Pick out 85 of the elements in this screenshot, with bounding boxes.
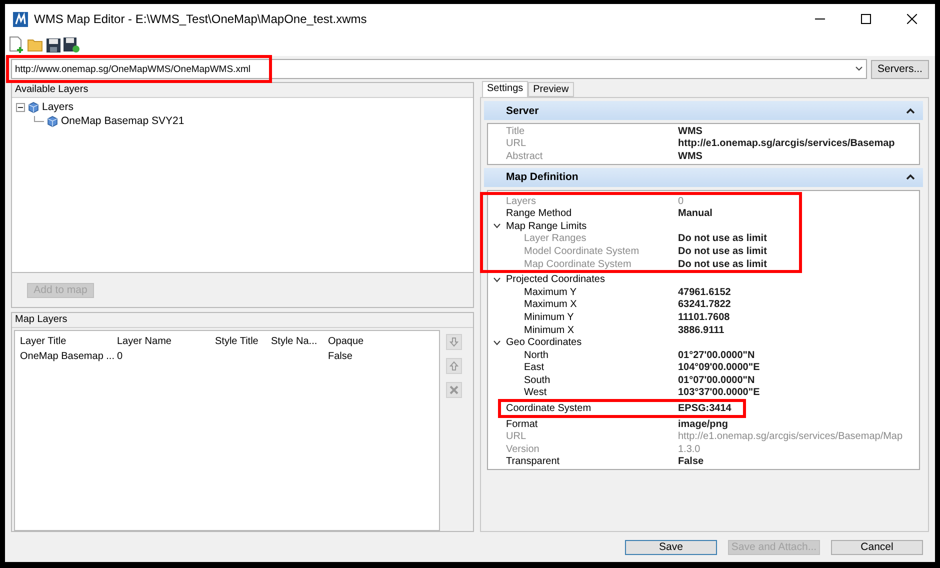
collapse-icon[interactable] (16, 102, 25, 112)
property-label: URL (506, 138, 528, 150)
property-value: 104°09'00.0000"E (678, 362, 761, 374)
panel-title: Available Layers (12, 83, 473, 98)
property-label: Version (506, 444, 540, 455)
property-label: Minimum Y (524, 312, 575, 323)
property-value: False (678, 456, 705, 468)
property-value: 3886.9111 (678, 324, 726, 336)
property-label: Maximum X (524, 299, 578, 310)
property-label: Layer Ranges (524, 233, 588, 244)
table-cell-text: OneMap Basemap ... (19, 351, 112, 362)
property-value: image/png (678, 418, 730, 430)
property-label: East (524, 362, 546, 374)
property-label: Geo Coordinates (506, 337, 583, 348)
property-value: Do not use as limit (678, 258, 768, 270)
property-value: Do not use as limit (678, 233, 768, 244)
servers-button[interactable]: Servers... (871, 60, 929, 78)
property-label: Minimum X (524, 324, 576, 336)
property-value: 01°07'00.0000"N (678, 374, 756, 386)
property-value: 1.3.0 (678, 444, 702, 455)
property-label: Projected Coordinates (506, 274, 606, 286)
column-header[interactable]: Layer Title (15, 336, 112, 348)
down-arrow-icon (449, 337, 459, 348)
property-value: Do not use as limit (678, 246, 768, 257)
section-header[interactable]: Server (484, 101, 923, 120)
property-label: South (524, 374, 552, 386)
property-label: West (524, 387, 548, 398)
app-logo-icon (13, 12, 28, 26)
property-value: 47961.6152 (678, 286, 732, 298)
minimize-icon[interactable] (815, 18, 825, 20)
panel-title: Map Layers (12, 313, 473, 328)
property-label: Range Method (506, 208, 573, 220)
column-header[interactable]: Style Title (210, 336, 266, 348)
property-value: http://e1.onemap.sg/arcgis/services/Basemap/Map (678, 431, 904, 442)
collapse-chevron-icon[interactable] (906, 108, 915, 114)
window-title: WMS Map Editor - E:\WMS_Test\OneMap\MapOne_test.xwms (34, 12, 368, 26)
section-title: Map Definition (506, 171, 580, 184)
chevron-icon[interactable] (493, 223, 501, 230)
tab[interactable]: Settings (482, 81, 528, 97)
property-label: Map Range Limits (506, 220, 588, 232)
layer-cube-icon (28, 102, 39, 112)
up-arrow-icon (449, 361, 459, 372)
tree-item[interactable]: OneMap Basemap SVY21 (61, 115, 184, 127)
close-icon[interactable] (907, 14, 917, 24)
column-header[interactable]: Opaque (323, 336, 383, 348)
property-label: Maximum Y (524, 286, 578, 298)
property-value: 11101.7608 (678, 312, 731, 323)
table-cell-text: False (327, 351, 354, 362)
property-value: 01°27'00.0000"N (678, 350, 756, 361)
property-label: Coordinate System (506, 403, 592, 414)
property-label: Abstract (506, 150, 544, 162)
tab[interactable]: Preview (528, 82, 574, 97)
save-attach-icon[interactable] (63, 37, 80, 53)
property-label: URL (506, 431, 528, 442)
cross-icon (449, 385, 459, 396)
property-value: 103°37'00.0000"E (678, 387, 761, 398)
property-value: http://e1.onemap.sg/arcgis/services/Basemap (678, 138, 896, 150)
save-icon[interactable] (46, 38, 61, 52)
property-value: Manual (678, 208, 714, 220)
property-label: Model Coordinate System (524, 246, 640, 257)
new-file-icon[interactable] (9, 36, 25, 54)
chevron-icon[interactable] (493, 340, 501, 346)
layer-cube-icon (47, 116, 58, 126)
property-value: WMS (678, 150, 704, 162)
chevron-icon[interactable] (493, 276, 501, 283)
property-label: Format (506, 418, 539, 430)
column-header[interactable]: Layer Name (112, 336, 210, 348)
property-value: WMS (678, 126, 704, 137)
section-title: Server (506, 104, 540, 116)
collapse-chevron-icon[interactable] (906, 174, 915, 180)
property-value: EPSG:3414 (678, 403, 732, 414)
property-label: North (524, 350, 550, 361)
url-text: http://www.onemap.sg/OneMapWMS/OneMapWMS.xml (15, 64, 252, 74)
dialog-button[interactable]: Cancel (831, 540, 923, 554)
dialog-button[interactable]: Save (625, 540, 717, 554)
tree-item[interactable]: Layers (42, 101, 74, 113)
section-header[interactable]: Map Definition (484, 168, 923, 187)
property-label: Title (506, 126, 526, 137)
property-label: Layers (506, 196, 538, 207)
column-header[interactable]: Style Na... (266, 336, 323, 348)
property-label: Map Coordinate System (524, 258, 632, 270)
property-label: Transparent (506, 456, 561, 468)
property-value: 0 (678, 196, 685, 207)
property-value: 63241.7822 (678, 299, 732, 310)
maximize-icon[interactable] (861, 14, 871, 24)
